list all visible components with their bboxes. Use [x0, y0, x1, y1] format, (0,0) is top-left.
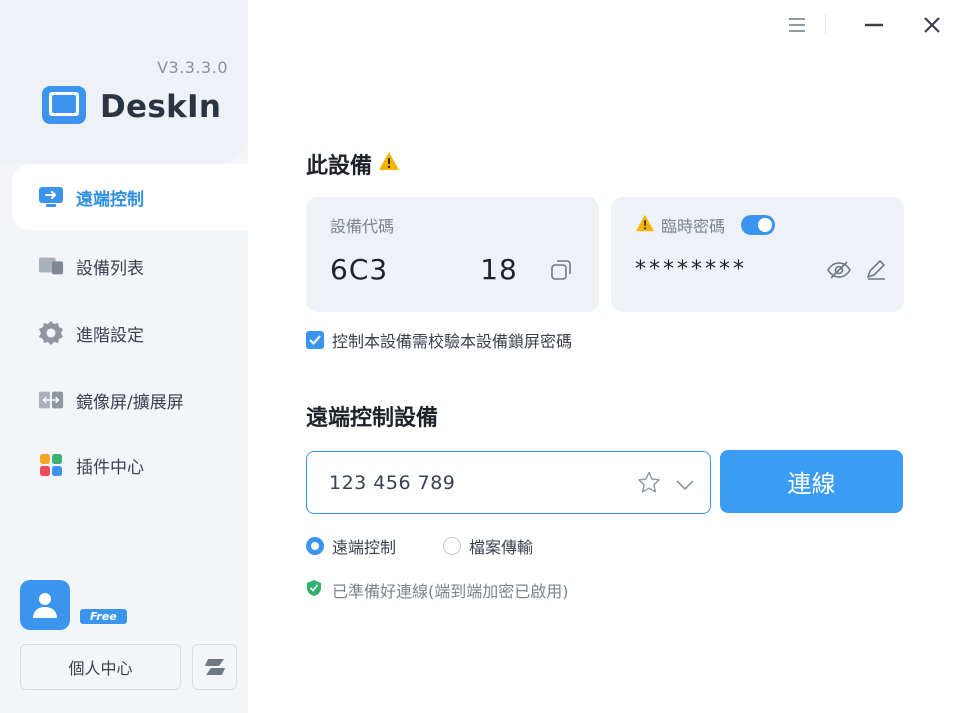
mode-remote-control[interactable]: 遠端控制	[306, 534, 396, 558]
connect-button[interactable]: 連線	[720, 450, 903, 513]
close-button[interactable]	[917, 10, 947, 40]
history-dropdown-button[interactable]	[675, 476, 695, 495]
star-icon	[638, 471, 660, 493]
mirror-screen-icon	[38, 387, 64, 413]
device-code-head: 6C3	[330, 253, 389, 286]
brand-panel: V3.3.3.0 DeskIn	[0, 0, 248, 163]
sidebar-item-mirror-extend[interactable]: 鏡像屏/擴展屏	[12, 367, 248, 433]
temp-password-label: 臨時密碼	[661, 217, 726, 236]
mode-remote-control-radio[interactable]	[306, 537, 324, 555]
device-code-card: 設備代碼 6C3 18	[306, 197, 599, 312]
connection-status-text: 已準備好連線(端到端加密已啟用)	[332, 582, 569, 601]
minimize-icon	[865, 23, 883, 27]
sidebar-item-label: 插件中心	[76, 457, 144, 478]
shield-check-icon	[306, 579, 322, 601]
avatar[interactable]	[20, 580, 70, 630]
user-name-redacted	[82, 586, 232, 602]
sidebar-item-label: 設備列表	[76, 258, 144, 279]
version-label: V3.3.3.0	[157, 58, 228, 77]
edit-password-button[interactable]	[865, 260, 887, 284]
sidebar-item-plugin-center[interactable]: 插件中心	[12, 432, 248, 498]
copy-button[interactable]	[550, 259, 572, 285]
mode-remote-control-label: 遠端控制	[332, 538, 397, 557]
mode-file-transfer[interactable]: 檔案傳輸	[443, 534, 533, 558]
sidebar-item-label: 遠端控制	[76, 189, 144, 210]
device-code-label: 設備代碼	[330, 217, 395, 236]
profile-center-button[interactable]: 個人中心	[20, 644, 181, 690]
remote-control-icon	[38, 184, 64, 210]
verify-lock-password-label: 控制本設備需校驗本設備鎖屏密碼	[332, 332, 573, 351]
plan-badge: Free	[80, 609, 127, 624]
app-logo: DeskIn	[40, 82, 221, 132]
check-icon	[309, 335, 321, 345]
minimize-button[interactable]	[859, 10, 889, 40]
user-icon	[33, 593, 57, 618]
eye-off-icon	[827, 261, 851, 279]
menu-button[interactable]	[782, 10, 812, 40]
sidebar-item-device-list[interactable]: 設備列表	[12, 233, 248, 299]
device-code-tail: 18	[480, 253, 518, 286]
temp-password-value: ********	[635, 257, 747, 282]
verify-lock-password-checkbox[interactable]	[306, 331, 324, 349]
titlebar-divider	[825, 14, 826, 34]
sidebar-item-label: 進階設定	[76, 325, 144, 346]
favorite-button[interactable]	[637, 471, 661, 498]
device-list-icon	[38, 253, 64, 279]
this-device-title: 此設備	[306, 148, 400, 180]
switch-button[interactable]	[192, 644, 237, 690]
sidebar-item-advanced-settings[interactable]: 進階設定	[12, 300, 248, 366]
mode-file-transfer-label: 檔案傳輸	[469, 538, 534, 557]
temp-password-card: 臨時密碼 ********	[611, 197, 904, 312]
warning-icon[interactable]	[635, 214, 655, 236]
hamburger-icon	[789, 18, 805, 32]
temp-password-toggle[interactable]	[741, 215, 776, 235]
connection-status: 已準備好連線(端到端加密已啟用)	[306, 578, 569, 602]
warning-icon[interactable]	[378, 151, 400, 177]
device-id-field[interactable]	[306, 451, 711, 514]
copy-icon	[551, 260, 571, 280]
gear-icon	[38, 320, 64, 346]
close-icon	[924, 17, 940, 33]
this-device-title-text: 此設備	[306, 154, 373, 179]
logo-text: DeskIn	[100, 89, 222, 125]
show-password-button[interactable]	[827, 260, 851, 284]
temp-password-header: 臨時密碼	[635, 213, 776, 237]
sidebar-item-label: 鏡像屏/擴展屏	[76, 392, 184, 413]
deskin-logo-icon	[40, 82, 90, 132]
user-info: Free	[20, 580, 232, 630]
pencil-icon	[867, 260, 885, 280]
device-id-input[interactable]	[329, 468, 629, 498]
mode-file-transfer-radio[interactable]	[443, 537, 461, 555]
verify-lock-password-option[interactable]: 控制本設備需校驗本設備鎖屏密碼	[306, 328, 572, 352]
device-code-value: 6C3 18	[330, 253, 518, 286]
plugin-grid-icon	[38, 452, 64, 478]
switch-icon	[204, 659, 225, 675]
sidebar: V3.3.3.0 DeskIn 遠端控制 設備列表 進階設定 鏡像屏/擴展屏 插…	[0, 0, 248, 713]
chevron-down-icon	[676, 480, 694, 491]
remote-control-title: 遠端控制設備	[306, 406, 439, 431]
sidebar-item-remote-control[interactable]: 遠端控制	[12, 164, 248, 230]
